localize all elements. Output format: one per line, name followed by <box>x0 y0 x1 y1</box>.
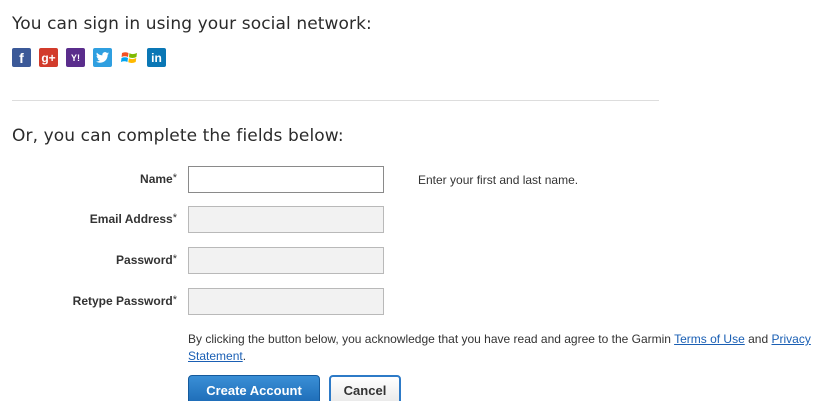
yahoo-icon[interactable]: Y! <box>66 48 85 67</box>
retype-password-input[interactable] <box>188 288 384 315</box>
social-network-buttons: f g+ Y! in <box>12 48 166 67</box>
windows-flag-glyph <box>121 52 137 63</box>
name-hint: Enter your first and last name. <box>418 173 579 187</box>
name-label: Name* <box>140 172 177 186</box>
password-label: Password* <box>116 253 177 267</box>
password-input[interactable] <box>188 247 384 274</box>
email-row: Email Address* <box>0 206 821 234</box>
linkedin-glyph: in <box>151 50 162 65</box>
password-row: Password* <box>0 247 821 275</box>
retype-password-label: Retype Password* <box>73 294 177 308</box>
required-mark: * <box>172 253 177 265</box>
twitter-icon[interactable] <box>93 48 112 67</box>
social-signin-heading: You can sign in using your social networ… <box>12 14 372 34</box>
email-label-text: Email Address <box>89 212 173 226</box>
legal-text-before: By clicking the button below, you acknow… <box>188 332 675 346</box>
required-mark: * <box>172 212 177 224</box>
twitter-bird-glyph <box>96 52 109 63</box>
legal-text-between: and <box>744 332 772 346</box>
facebook-icon[interactable]: f <box>12 48 31 67</box>
required-mark: * <box>172 172 177 184</box>
yahoo-glyph: Y! <box>71 52 80 63</box>
linkedin-icon[interactable]: in <box>147 48 166 67</box>
facebook-glyph: f <box>19 49 24 66</box>
email-label: Email Address* <box>90 212 177 226</box>
required-mark: * <box>172 294 177 306</box>
section-divider <box>12 100 659 101</box>
password-label-text: Password <box>116 253 173 267</box>
form-heading: Or, you can complete the fields below: <box>12 126 344 146</box>
retype-password-row: Retype Password* <box>0 288 821 316</box>
name-label-text: Name <box>140 172 173 186</box>
name-input[interactable] <box>188 166 384 193</box>
sign-up-page: You can sign in using your social networ… <box>0 0 821 401</box>
cancel-button[interactable]: Cancel <box>329 375 401 401</box>
windows-live-icon[interactable] <box>120 48 139 67</box>
email-input[interactable] <box>188 206 384 233</box>
name-row: Name* Enter your first and last name. <box>0 166 821 194</box>
google-plus-glyph: g+ <box>41 50 56 65</box>
legal-notice: By clicking the button below, you acknow… <box>188 331 818 365</box>
create-account-button[interactable]: Create Account <box>188 375 320 401</box>
legal-text-after: . <box>242 349 247 363</box>
retype-password-label-text: Retype Password <box>72 294 173 308</box>
google-plus-icon[interactable]: g+ <box>39 48 58 67</box>
terms-of-use-link[interactable]: Terms of Use <box>674 332 745 346</box>
